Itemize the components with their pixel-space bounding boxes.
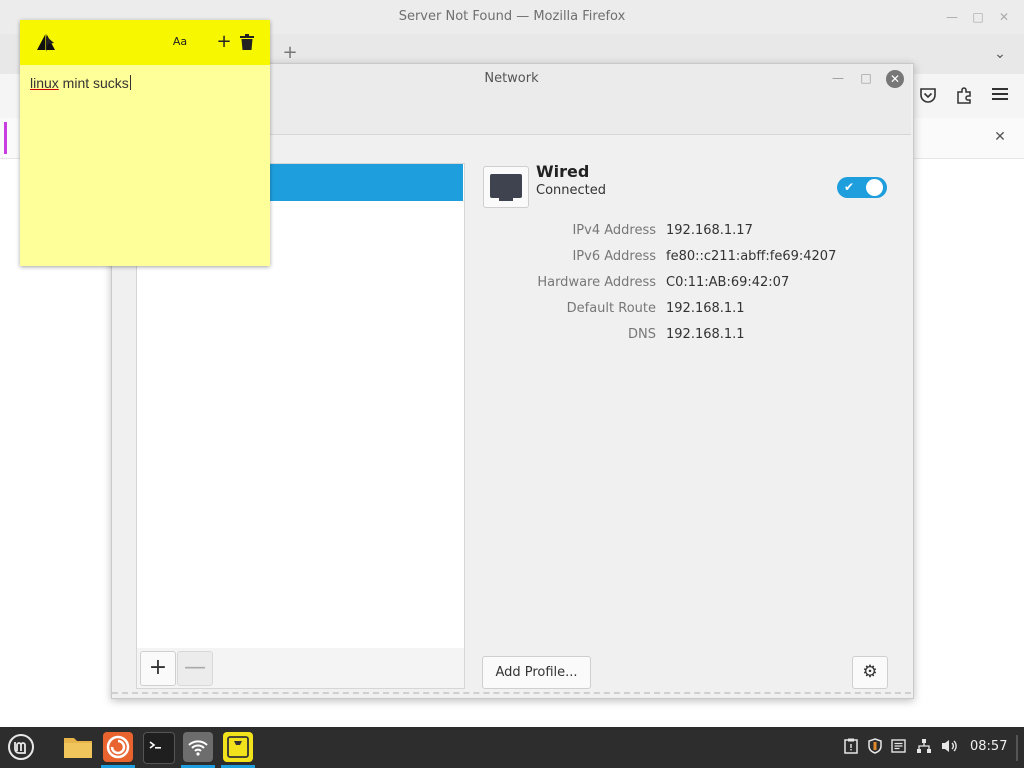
ipv4-value: 192.168.1.17: [666, 223, 753, 238]
notes-icon[interactable]: [890, 738, 908, 756]
checkmark-icon: ✔: [843, 180, 855, 194]
ethernet-icon-notch: [499, 196, 513, 201]
firefox-maximize-button[interactable]: □: [970, 9, 986, 25]
ipv4-label: IPv4 Address: [572, 223, 656, 238]
dns-value: 192.168.1.1: [666, 327, 745, 342]
wired-title: Wired: [536, 162, 590, 181]
hardware-address-label: Hardware Address: [537, 275, 656, 290]
notification-close-button[interactable]: ✕: [990, 127, 1010, 147]
terminal-app-icon[interactable]: [143, 732, 175, 764]
hamburger-menu-icon[interactable]: [990, 86, 1010, 106]
text-caret: [129, 75, 131, 90]
add-device-button[interactable]: +: [140, 651, 176, 686]
clipboard-icon[interactable]: [842, 738, 860, 756]
notification-accent-stripe: [4, 122, 7, 154]
remove-device-button[interactable]: —: [177, 651, 213, 686]
font-settings-button[interactable]: Aa: [171, 33, 189, 51]
window-bottom-edge: [112, 692, 911, 694]
ipv6-value: fe80::c211:abff:fe69:4207: [666, 249, 837, 264]
network-tray-icon[interactable]: [915, 738, 933, 756]
note-text-misspelled: linux: [30, 75, 59, 91]
mint-menu-icon[interactable]: [7, 733, 35, 761]
wired-status: Connected: [536, 183, 607, 198]
new-tab-button[interactable]: +: [281, 44, 299, 62]
sticky-note-text[interactable]: linux mint sucks: [30, 75, 131, 91]
ethernet-icon: [490, 174, 522, 198]
firefox-app-icon[interactable]: [103, 732, 133, 762]
firefox-minimize-button[interactable]: —: [944, 9, 960, 25]
tab-list-button[interactable]: ⌄: [990, 44, 1010, 64]
default-route-label: Default Route: [566, 301, 656, 316]
new-note-button[interactable]: +: [216, 33, 232, 51]
firefox-close-button[interactable]: ✕: [996, 9, 1012, 25]
hardware-address-value: C0:11:AB:69:42:07: [666, 275, 790, 290]
network-close-button[interactable]: ✕: [886, 70, 904, 88]
sticky-notes-app-icon[interactable]: [223, 732, 253, 762]
trash-icon[interactable]: [240, 34, 254, 50]
shield-icon[interactable]: [866, 738, 884, 756]
default-route-value: 192.168.1.1: [666, 301, 745, 316]
network-maximize-button[interactable]: □: [858, 70, 874, 86]
add-profile-button[interactable]: Add Profile...: [482, 656, 591, 689]
toggle-knob: [866, 179, 883, 196]
gear-icon: ⚙: [862, 662, 878, 682]
taskbar-clock[interactable]: 08:57: [970, 736, 1007, 758]
network-app-icon[interactable]: [183, 732, 213, 762]
pocket-icon[interactable]: [918, 86, 938, 106]
ipv6-label: IPv6 Address: [572, 249, 656, 264]
wired-settings-button[interactable]: ⚙: [852, 656, 888, 689]
note-text-rest: mint sucks: [58, 75, 129, 91]
volume-icon[interactable]: [941, 738, 959, 756]
files-app-icon[interactable]: [63, 732, 93, 762]
show-desktop-button[interactable]: [1016, 735, 1018, 761]
extensions-icon[interactable]: [954, 86, 974, 106]
network-minimize-button[interactable]: —: [830, 70, 846, 86]
sticky-notes-logo-icon[interactable]: [34, 30, 60, 54]
dns-label: DNS: [628, 327, 656, 342]
